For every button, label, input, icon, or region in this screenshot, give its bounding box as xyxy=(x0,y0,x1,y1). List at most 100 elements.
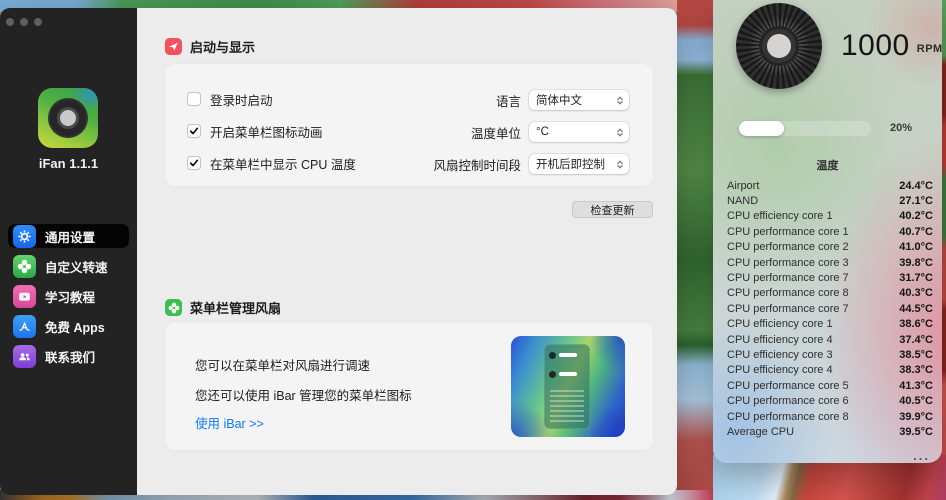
preview-panel xyxy=(544,344,590,429)
temp-sensor-value: 40.2°C xyxy=(899,210,933,222)
temp-row: CPU efficiency core 1 38.6°C xyxy=(727,317,933,332)
launch-display-header: 启动与显示 xyxy=(165,37,255,56)
temp-sensor-name: CPU efficiency core 1 xyxy=(727,318,833,330)
sidebar-item-general-settings[interactable]: 通用设置 xyxy=(8,224,129,248)
checkbox-label: 在菜单栏中显示 CPU 温度 xyxy=(210,154,356,173)
play-icon xyxy=(13,285,36,308)
temp-sensor-value: 40.7°C xyxy=(899,226,933,238)
language-select[interactable]: 简体中文 xyxy=(529,90,629,110)
checkbox-row-show-cpu-temp[interactable]: 在菜单栏中显示 CPU 温度 xyxy=(187,152,356,174)
sidebar-item-label: 通用设置 xyxy=(45,227,95,246)
sidebar-item-label: 联系我们 xyxy=(45,347,95,366)
temp-sensor-name: CPU performance core 1 xyxy=(727,226,849,238)
section-title: 菜单栏管理风扇 xyxy=(190,298,281,317)
temp-sensor-name: CPU performance core 7 xyxy=(727,303,849,315)
fan-icon xyxy=(165,299,182,316)
temp-sensor-value: 38.6°C xyxy=(899,318,933,330)
traffic-light-close[interactable] xyxy=(6,18,14,26)
ibar-preview-image xyxy=(511,336,625,437)
temp-sensor-value: 24.4°C xyxy=(899,180,933,192)
temp-row: CPU performance core 1 40.7°C xyxy=(727,224,933,239)
chevron-updown-icon xyxy=(615,158,625,171)
temp-sensor-name: CPU performance core 5 xyxy=(727,380,849,392)
checkbox-icon[interactable] xyxy=(187,92,201,106)
fan-speed-slider-fill[interactable] xyxy=(739,121,784,136)
rpm-unit: RPM xyxy=(917,43,942,55)
fan-speed-percent: 20% xyxy=(890,122,912,134)
fan-speed-slider[interactable] xyxy=(739,121,871,136)
temp-row: CPU performance core 7 31.7°C xyxy=(727,270,933,285)
temp-sensor-value: 40.5°C xyxy=(899,395,933,407)
temps-title: 温度 xyxy=(713,157,942,173)
check-update-button[interactable]: 检查更新 xyxy=(572,201,653,218)
temp-sensor-value: 38.5°C xyxy=(899,349,933,361)
select-value: 简体中文 xyxy=(536,92,615,108)
fan-popover: 1000 RPM 20% 温度 Airport 24.4°C NAND 27.1… xyxy=(713,0,942,463)
section-title: 启动与显示 xyxy=(190,37,255,56)
temp-row: CPU efficiency core 1 40.2°C xyxy=(727,209,933,224)
temp-sensor-name: Average CPU xyxy=(727,426,794,438)
checkbox-icon[interactable] xyxy=(187,156,201,170)
chevron-updown-icon xyxy=(615,94,625,107)
temp-row: CPU efficiency core 4 37.4°C xyxy=(727,332,933,347)
select-value: 开机后即控制 xyxy=(536,156,615,172)
wallpaper-gap xyxy=(677,0,713,500)
traffic-light-minimize[interactable] xyxy=(20,18,28,26)
menubar-fan-header: 菜单栏管理风扇 xyxy=(165,298,281,317)
sidebar-item-tutorials[interactable]: 学习教程 xyxy=(8,284,129,308)
chevron-updown-icon xyxy=(615,126,625,139)
sidebar-nav: 通用设置 自定义转速 学习教程 免费 Apps xyxy=(8,224,129,374)
temp-sensor-value: 27.1°C xyxy=(899,195,933,207)
more-options-button[interactable]: ... xyxy=(913,451,930,461)
checkbox-label: 开启菜单栏图标动画 xyxy=(210,122,323,141)
rpm-readout: 1000 RPM xyxy=(841,0,942,92)
ifan-settings-window: iFan 1.1.1 通用设置 自定义转速 学习教程 xyxy=(0,8,677,495)
checkbox-label: 登录时启动 xyxy=(210,90,273,109)
checkbox-row-menubar-animation[interactable]: 开启菜单栏图标动画 xyxy=(187,120,323,142)
menubar-fan-card: 您可以在菜单栏对风扇进行调速 您还可以使用 iBar 管理您的菜单栏图标 使用 … xyxy=(165,322,653,450)
traffic-light-zoom[interactable] xyxy=(34,18,42,26)
sidebar-item-custom-speed[interactable]: 自定义转速 xyxy=(8,254,129,278)
temp-sensor-value: 31.7°C xyxy=(899,272,933,284)
app-version-label: iFan 1.1.1 xyxy=(0,156,137,171)
sidebar-item-free-apps[interactable]: 免费 Apps xyxy=(8,314,129,338)
select-label: 风扇控制时间段 xyxy=(433,155,521,174)
temp-unit-select[interactable]: °C xyxy=(529,122,629,142)
temp-row: CPU performance core 7 44.5°C xyxy=(727,301,933,316)
select-value: °C xyxy=(536,126,615,138)
temp-sensor-name: CPU performance core 6 xyxy=(727,395,849,407)
temp-sensor-value: 37.4°C xyxy=(899,334,933,346)
checkbox-icon[interactable] xyxy=(187,124,201,138)
temp-sensor-name: CPU performance core 7 xyxy=(727,272,849,284)
temp-sensor-value: 39.9°C xyxy=(899,411,933,423)
temp-row: Airport 24.4°C xyxy=(727,178,933,193)
temp-row: CPU performance core 8 39.9°C xyxy=(727,409,933,424)
menubar-fan-line2: 您还可以使用 iBar 管理您的菜单栏图标 xyxy=(195,385,412,404)
sidebar-item-label: 学习教程 xyxy=(45,287,95,306)
temp-row: NAND 27.1°C xyxy=(727,193,933,208)
temp-sensor-name: CPU performance core 8 xyxy=(727,287,849,299)
people-icon xyxy=(13,345,36,368)
appstore-icon xyxy=(13,315,36,338)
fan-turbine-icon xyxy=(736,3,822,89)
temp-sensor-name: CPU performance core 8 xyxy=(727,411,849,423)
temp-row: CPU performance core 3 39.8°C xyxy=(727,255,933,270)
temp-sensor-value: 40.3°C xyxy=(899,287,933,299)
temp-sensor-value: 38.3°C xyxy=(899,364,933,376)
sidebar-item-contact-us[interactable]: 联系我们 xyxy=(8,344,129,368)
temperature-list: Airport 24.4°C NAND 27.1°C CPU efficienc… xyxy=(727,178,933,440)
temp-sensor-name: CPU performance core 3 xyxy=(727,257,849,269)
rpm-value: 1000 xyxy=(841,29,910,63)
temp-row: Average CPU 39.5°C xyxy=(727,424,933,439)
checkbox-row-launch-at-login[interactable]: 登录时启动 xyxy=(187,88,273,110)
temp-sensor-name: CPU efficiency core 4 xyxy=(727,364,833,376)
temp-sensor-value: 39.5°C xyxy=(899,426,933,438)
gear-icon xyxy=(13,225,36,248)
menubar-fan-line1: 您可以在菜单栏对风扇进行调速 xyxy=(195,355,370,374)
fan-control-period-select[interactable]: 开机后即控制 xyxy=(529,154,629,174)
temp-sensor-name: CPU performance core 2 xyxy=(727,241,849,253)
temp-sensor-name: Airport xyxy=(727,180,759,192)
select-row-temp-unit: 温度单位 °C xyxy=(471,121,629,143)
ibar-link[interactable]: 使用 iBar >> xyxy=(195,413,264,432)
temp-row: CPU efficiency core 4 38.3°C xyxy=(727,363,933,378)
